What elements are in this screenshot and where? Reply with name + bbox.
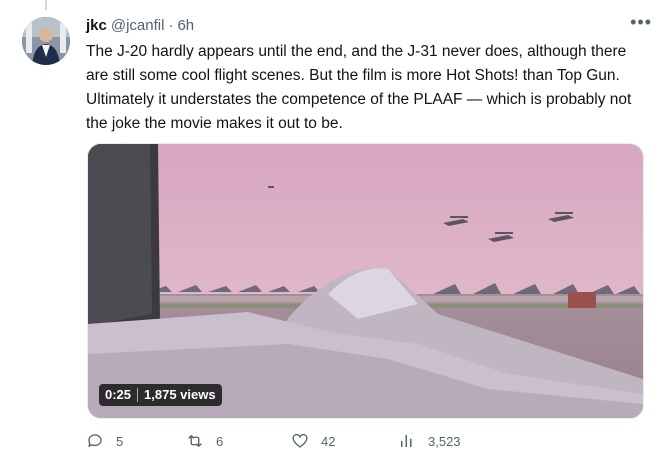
video-player[interactable] [87,143,644,419]
views-count: 3,523 [428,433,461,449]
reply-button[interactable]: 5 [86,432,123,450]
video-frame [88,144,643,418]
reply-icon [88,434,102,447]
heart-icon [292,433,308,448]
tweet-text: The J-20 hardly appears until the end, a… [86,43,632,132]
retweet-icon [188,435,202,447]
video-duration: 0:25 [105,387,132,402]
reply-count: 5 [116,433,124,449]
header-separator: · [168,16,174,34]
retweet-count: 6 [216,433,224,449]
video-view-count: 1,875 views [144,387,216,402]
tweet-timestamp[interactable]: 6h [177,17,194,34]
views-button[interactable]: 3,523 [398,432,461,450]
avatar-image [22,17,70,65]
author-handle[interactable]: @jcanfil [111,17,165,34]
more-dots-icon[interactable]: ••• [630,12,652,33]
tweet-header: jkc @jcanfil · 6h ••• [86,12,652,36]
tweet-action-bar: 5 6 42 3,523 [86,432,646,456]
avatar[interactable] [22,17,70,65]
retweet-button[interactable]: 6 [186,432,223,450]
like-button[interactable]: 42 [291,432,335,450]
like-count: 42 [321,433,336,449]
video-info-badge: 0:25 1,875 views [99,384,222,406]
views-bar-chart-icon [401,435,412,447]
thread-connector-line [45,0,47,10]
author-name[interactable]: jkc [86,17,107,34]
